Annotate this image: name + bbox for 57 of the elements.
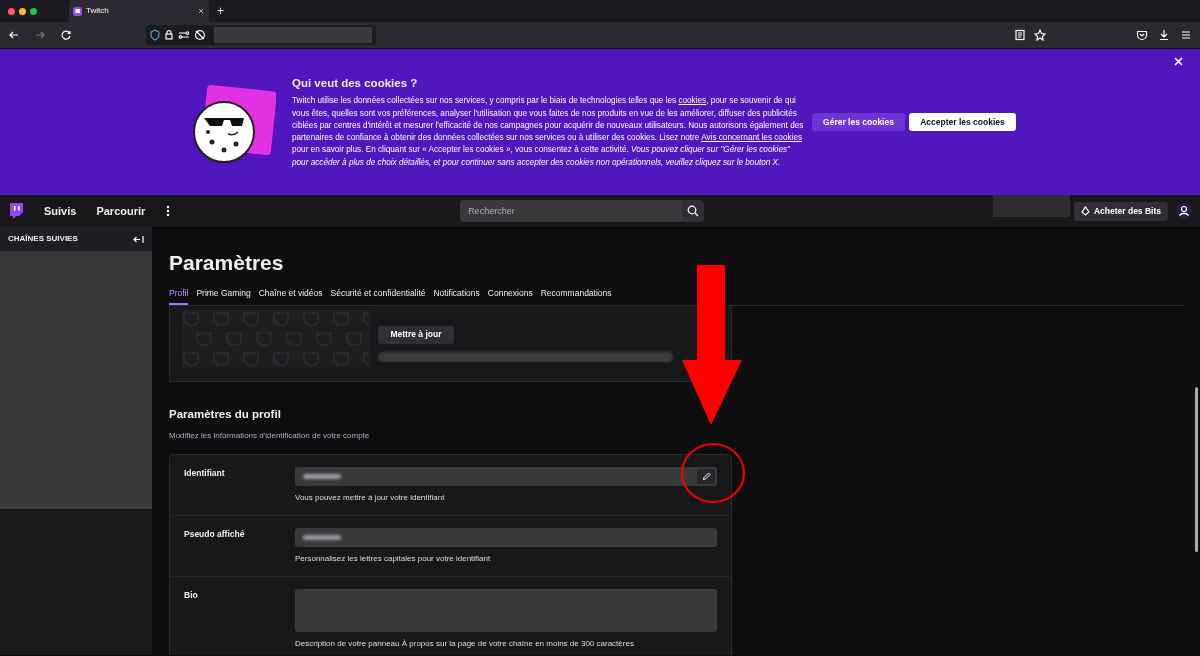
search-field[interactable]: Rechercher xyxy=(460,200,683,222)
forward-icon[interactable] xyxy=(34,29,46,41)
settings-tab[interactable]: Sécurité et confidentialité xyxy=(330,286,426,306)
field-help-text: Personnalisez les lettres capitales pour votre identifiant xyxy=(295,552,492,565)
bio-field[interactable] xyxy=(295,588,717,632)
user-avatar-icon[interactable] xyxy=(1176,203,1192,219)
cookie-notice-text: Twitch utilise les données collectées sur nos services, y compris par le biais de technologies telles que les cookies, pour se souvenir de qui vous êtes, quelles sont vos préférences, analyser l'utilisation que vous faites de nos produits en vue de les améliorer, diffuser des publicités ciblées par centres d'intérêt et mesurer l'efficacité de nos campagnes pour acquérir de nouveaux utilisateurs. Nous autorisons également des partenaires de confiance à obtenir des données collectées sur nos services ou à utiliser des cookies. Lisez notre Avis concernant les cookies pour en savoir plus. En cliquant sur « Accepter les cookies », vous consentez à cette activité. Vous pouvez cliquer sur "Gérer les cookies" pour accéder à plus de choix détaillés, et pour continuer sans accepter des cookies non opérationnels, veuillez cliquez sur le bouton X. xyxy=(292,95,804,169)
settings-tab[interactable]: Notifications xyxy=(433,286,480,306)
lock-icon xyxy=(163,29,174,41)
section-title: Paramètres du profil xyxy=(169,407,282,423)
field-help-text: Description de votre panneau À propos sur la page de votre chaîne en moins de 300 caractères xyxy=(295,637,635,650)
back-icon[interactable] xyxy=(8,29,20,41)
bookmark-star-icon[interactable] xyxy=(1034,29,1046,41)
nav-link[interactable]: Suivis xyxy=(44,202,77,220)
download-icon[interactable] xyxy=(1158,29,1170,41)
settings-tab[interactable]: Chaîne et vidéos xyxy=(258,286,323,306)
settings-tab[interactable]: Prime Gaming xyxy=(196,286,251,306)
reader-view-icon[interactable] xyxy=(1014,29,1026,41)
settings-tab[interactable]: Connexions xyxy=(487,286,533,306)
username-field[interactable] xyxy=(295,466,717,486)
nav-link[interactable]: Parcourir xyxy=(96,202,146,220)
menu-icon[interactable] xyxy=(1180,29,1192,41)
cookie-banner-title: Qui veut des cookies ? xyxy=(292,76,419,91)
redacted-value xyxy=(303,534,341,540)
update-button[interactable]: Mettre à jour xyxy=(378,325,454,344)
field-label: Bio xyxy=(184,588,199,602)
buy-bits-button[interactable]: Acheter des Bits xyxy=(1073,201,1168,221)
page-title: Paramètres xyxy=(169,250,285,276)
edit-button[interactable] xyxy=(697,468,715,484)
sidebar-title: CHAÎNES SUIVIES xyxy=(8,233,78,245)
browser-tab[interactable]: Twitch xyxy=(69,0,209,22)
cookies-link[interactable]: Avis concernant les cookies xyxy=(701,133,803,143)
redacted-value xyxy=(303,473,341,479)
permissions-icon[interactable] xyxy=(177,29,190,41)
display-name-field[interactable] xyxy=(295,527,717,547)
accept-cookies-button[interactable]: Accepter les cookies xyxy=(909,113,1016,131)
search-icon xyxy=(687,205,700,217)
search-button[interactable] xyxy=(682,200,705,222)
shield-icon[interactable] xyxy=(150,29,160,41)
more-icon[interactable] xyxy=(165,205,172,217)
twitch-logo-icon xyxy=(73,6,82,16)
field-label: Identifiant xyxy=(184,466,226,480)
new-tab-button[interactable]: + xyxy=(217,2,224,20)
field-help-text: Vous pouvez mettre à jour votre identifiant xyxy=(295,491,446,504)
pencil-icon xyxy=(701,471,711,481)
circle-annotation xyxy=(680,442,746,504)
field-label: Pseudo affiché xyxy=(184,527,246,541)
collapse-icon[interactable] xyxy=(133,234,144,244)
autoplay-blocked-icon[interactable] xyxy=(193,29,206,41)
reload-icon[interactable] xyxy=(60,29,72,41)
close-icon[interactable] xyxy=(197,7,205,15)
section-subtitle: Modifiez les informations d'identification de votre compte xyxy=(169,429,371,442)
settings-tab[interactable]: Recommandations xyxy=(540,286,612,306)
twitch-logo-icon[interactable] xyxy=(8,202,24,220)
manage-cookies-button[interactable]: Gérer les cookies xyxy=(812,113,905,131)
pocket-icon[interactable] xyxy=(1136,29,1148,41)
bits-gem-icon xyxy=(1080,206,1090,216)
